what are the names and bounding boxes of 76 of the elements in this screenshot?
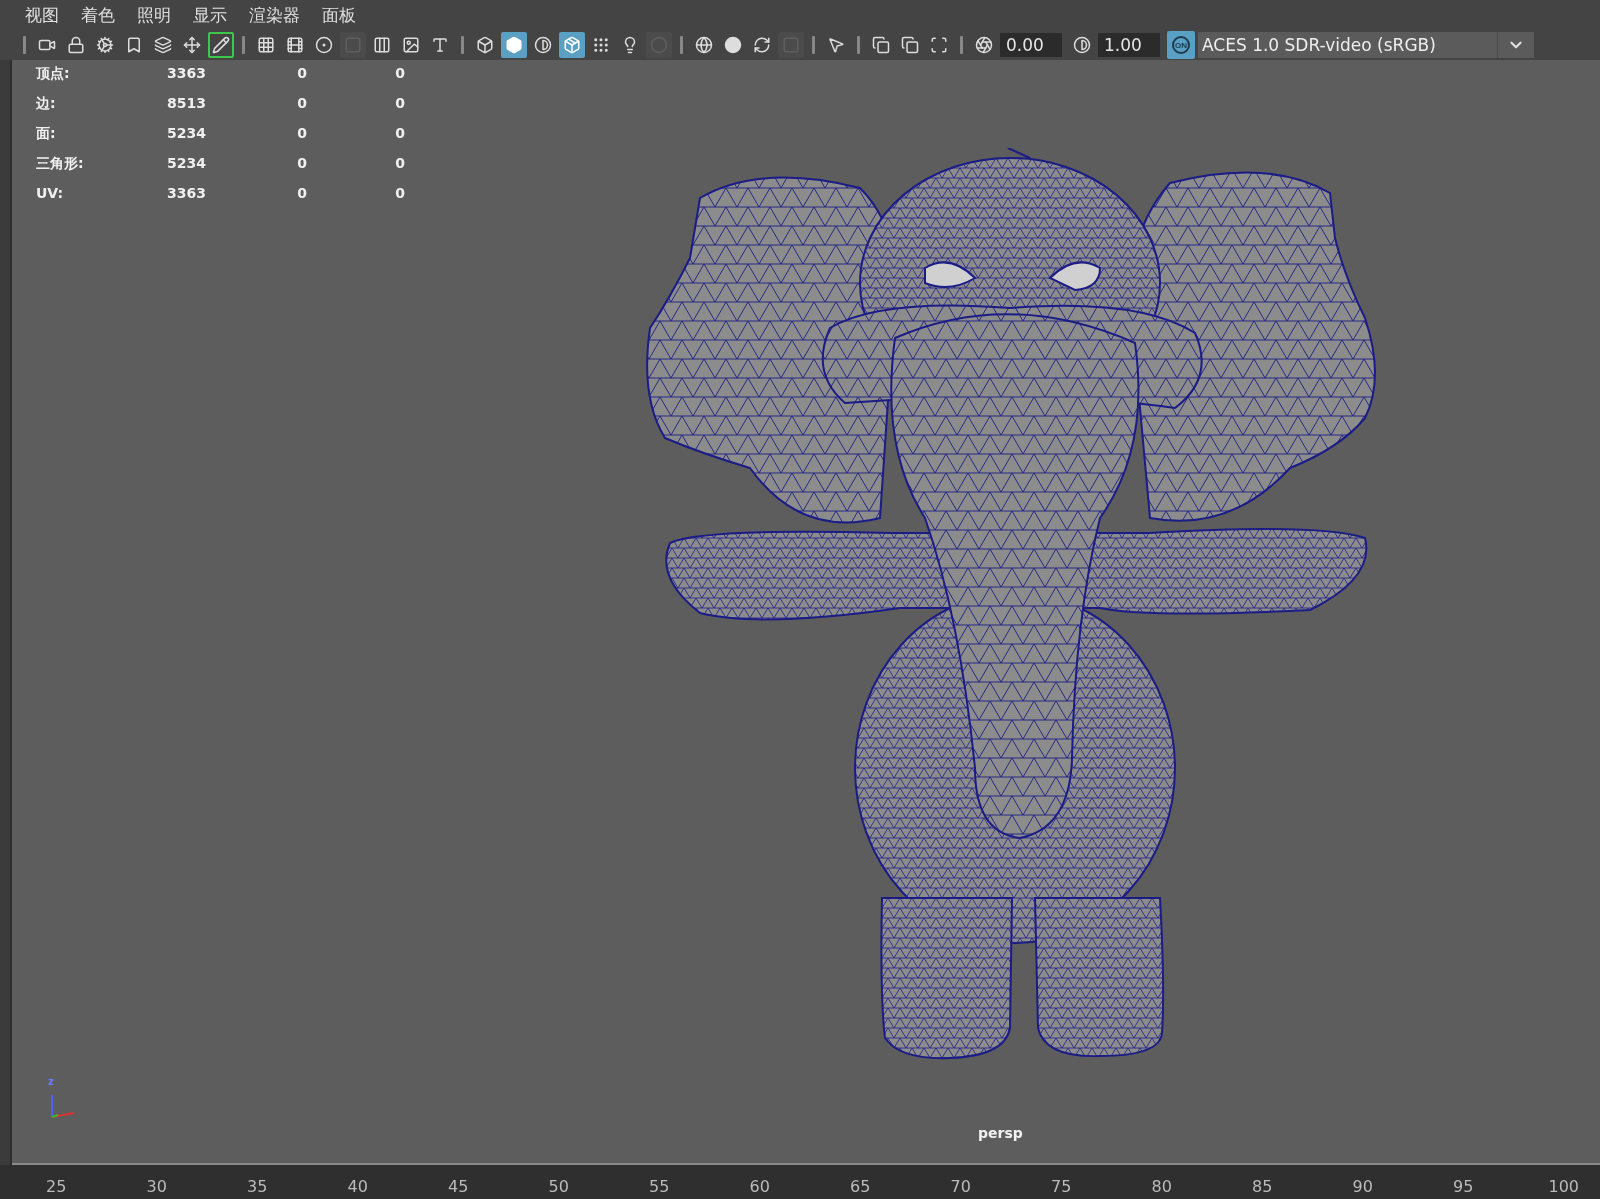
half-circle-icon (1073, 36, 1091, 54)
menu-item[interactable]: 面板 (311, 3, 367, 27)
frame-number: 85 (1251, 1177, 1274, 1198)
ring-arrows-icon (753, 36, 771, 54)
stat-label: UV: (36, 184, 65, 203)
menu-item[interactable]: 视图 (14, 3, 70, 27)
dots-grid-icon (592, 36, 610, 54)
stat-value: 5234 (166, 154, 206, 173)
menu-item[interactable]: 着色 (70, 3, 126, 27)
color-management-toggle[interactable]: ON (1167, 31, 1195, 59)
stat-value: 3363 (166, 184, 206, 203)
frame-number: 70 (949, 1177, 972, 1198)
stat-value: 0 (394, 124, 405, 143)
frame-number: 80 (1150, 1177, 1173, 1198)
text-frame-icon (431, 36, 449, 54)
globe-icon (695, 36, 713, 54)
grid-icon (257, 36, 275, 54)
gamma-field[interactable]: 1.00 (1098, 33, 1160, 57)
frame-number: 55 (648, 1177, 671, 1198)
camera-name: persp (978, 1125, 1023, 1141)
frame-number: 45 (447, 1177, 470, 1198)
aperture-icon (975, 36, 993, 54)
overlap-icon (901, 36, 919, 54)
stat-value: 3363 (166, 64, 206, 83)
dot-frame-icon (315, 36, 333, 54)
frame-number: 25 (45, 1177, 68, 1198)
stat-label: 面: (36, 124, 57, 143)
overlap-icon (872, 36, 890, 54)
pencil-icon (212, 36, 230, 54)
stat-value: 0 (296, 184, 307, 203)
layers-icon (154, 36, 172, 54)
stat-value: 0 (296, 64, 307, 83)
menu-item[interactable]: 渲染器 (238, 3, 311, 27)
view-transform-dropdown[interactable]: ACES 1.0 SDR-video (sRGB) (1198, 32, 1534, 58)
pencil-button[interactable] (208, 32, 234, 58)
stat-label: 三角形: (36, 154, 85, 173)
stat-value: 0 (394, 94, 405, 113)
stat-value: 0 (296, 124, 307, 143)
lock-icon (67, 36, 85, 54)
scan-icon (930, 36, 948, 54)
cube-outline-icon (476, 36, 494, 54)
image-icon (402, 36, 420, 54)
frame-number: 90 (1351, 1177, 1374, 1198)
sphere-icon (724, 36, 742, 54)
stat-label: 边: (36, 94, 57, 113)
frame-number: 35 (246, 1177, 269, 1198)
stat-value: 5234 (166, 124, 206, 143)
menu-item[interactable]: 显示 (182, 3, 238, 27)
move-arrows-icon (183, 36, 201, 54)
pointer-icon (827, 36, 845, 54)
half-circle-icon (534, 36, 552, 54)
frame-number: 40 (346, 1177, 369, 1198)
frame-number: 60 (748, 1177, 771, 1198)
frame-number: 50 (547, 1177, 570, 1198)
stat-value: 0 (296, 154, 307, 173)
frame-number: 100 (1547, 1177, 1580, 1198)
frame-number: 95 (1452, 1177, 1475, 1198)
stat-value: 8513 (166, 94, 206, 113)
stat-value: 0 (394, 154, 405, 173)
bookmark-icon (125, 36, 143, 54)
stat-value: 0 (296, 94, 307, 113)
cube-icon (505, 36, 523, 54)
film-icon (286, 36, 304, 54)
menu-item[interactable]: 照明 (126, 3, 182, 27)
frame-number: 75 (1050, 1177, 1073, 1198)
gear-icon (96, 36, 114, 54)
columns-icon (373, 36, 391, 54)
exposure-field[interactable]: 0.00 (1000, 33, 1062, 57)
stat-label: 顶点: (36, 64, 71, 83)
wire-cube-icon (563, 36, 581, 54)
axis-label: z (48, 1076, 54, 1087)
frame-number: 65 (849, 1177, 872, 1198)
timeline-ruler[interactable]: 25 30 35 40 45 50 55 60 65 70 75 80 85 90 95 100 (0, 1165, 1600, 1199)
frame-number: 30 (145, 1177, 168, 1198)
stat-value: 0 (394, 64, 405, 83)
stat-value: 0 (394, 184, 405, 203)
